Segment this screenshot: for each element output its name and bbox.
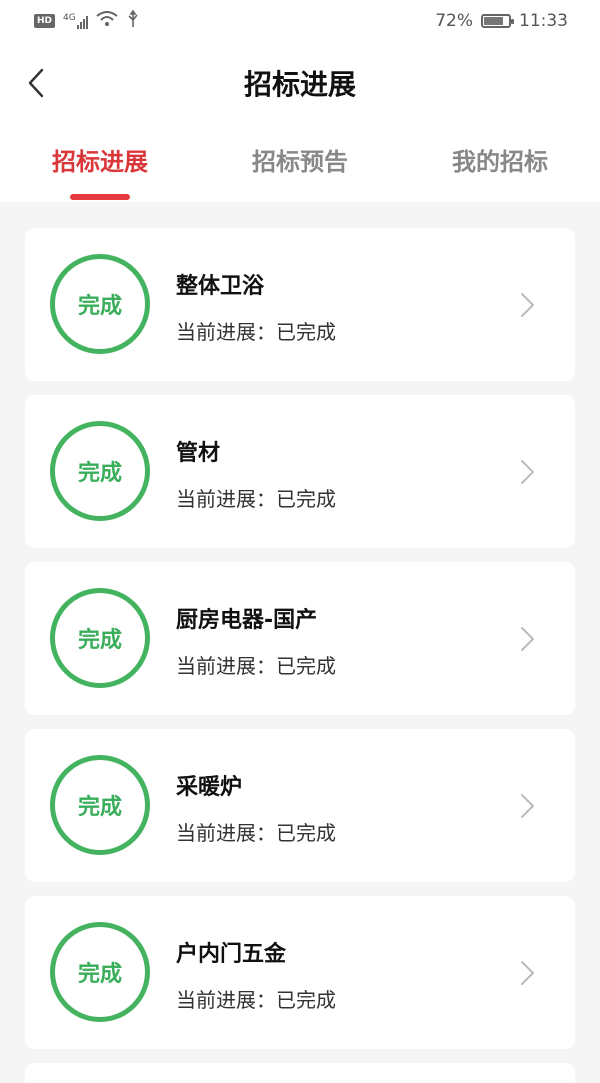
status-ring: 完成 bbox=[50, 922, 150, 1022]
list-item-partial[interactable] bbox=[25, 1063, 575, 1083]
list-item[interactable]: 完成 户内门五金 当前进展：已完成 bbox=[25, 896, 575, 1049]
list-item[interactable]: 完成 整体卫浴 当前进展：已完成 bbox=[25, 228, 575, 381]
signal-icon: 4G bbox=[63, 13, 88, 29]
page-title: 招标进展 bbox=[243, 68, 356, 101]
list-item[interactable]: 完成 采暖炉 当前进展：已完成 bbox=[25, 729, 575, 882]
chevron-right-icon bbox=[521, 961, 534, 985]
tab-my-bids[interactable]: 我的招标 bbox=[400, 142, 600, 177]
chevron-right-icon bbox=[521, 794, 534, 818]
status-bar: HD 4G 72% 11:33 bbox=[0, 0, 600, 42]
wifi-icon bbox=[96, 10, 118, 32]
status-ring: 完成 bbox=[50, 421, 150, 521]
item-status: 当前进展：已完成 bbox=[176, 654, 336, 678]
chevron-right-icon bbox=[521, 293, 534, 317]
status-left: HD 4G bbox=[34, 9, 140, 33]
network-type: 4G bbox=[63, 13, 76, 23]
status-ring: 完成 bbox=[50, 755, 150, 855]
item-status: 当前进展：已完成 bbox=[176, 320, 336, 344]
chevron-left-icon bbox=[28, 68, 44, 98]
item-status: 当前进展：已完成 bbox=[176, 821, 336, 845]
list-item[interactable]: 完成 管材 当前进展：已完成 bbox=[25, 395, 575, 548]
list-item[interactable]: 完成 厨房电器-国产 当前进展：已完成 bbox=[25, 562, 575, 715]
status-badge: 完成 bbox=[77, 962, 122, 987]
item-title: 管材 bbox=[176, 441, 221, 466]
status-right: 72% 11:33 bbox=[435, 11, 568, 31]
tab-bar: 招标进展 招标预告 我的招标 bbox=[0, 124, 600, 202]
usb-icon bbox=[126, 9, 140, 33]
item-title: 户内门五金 bbox=[176, 942, 287, 967]
battery-fill bbox=[484, 17, 503, 25]
item-status: 当前进展：已完成 bbox=[176, 487, 336, 511]
status-badge: 完成 bbox=[77, 294, 122, 319]
hd-badge: HD bbox=[34, 14, 56, 28]
item-status: 当前进展：已完成 bbox=[176, 988, 336, 1012]
item-title: 厨房电器-国产 bbox=[176, 608, 318, 633]
status-badge: 完成 bbox=[77, 461, 122, 486]
nav-bar: 招标进展 bbox=[0, 42, 600, 124]
battery-percent: 72% bbox=[435, 11, 473, 31]
status-badge: 完成 bbox=[77, 795, 122, 820]
tab-preview[interactable]: 招标预告 bbox=[200, 142, 400, 177]
chevron-right-icon bbox=[521, 627, 534, 651]
status-ring: 完成 bbox=[50, 588, 150, 688]
status-ring: 完成 bbox=[50, 254, 150, 354]
status-badge: 完成 bbox=[77, 628, 122, 653]
item-title: 采暖炉 bbox=[176, 775, 243, 800]
active-tab-indicator bbox=[70, 194, 130, 200]
tab-progress[interactable]: 招标进展 bbox=[0, 142, 200, 177]
clock: 11:33 bbox=[519, 11, 568, 31]
back-button[interactable] bbox=[22, 66, 50, 100]
item-title: 整体卫浴 bbox=[176, 274, 265, 299]
chevron-right-icon bbox=[521, 460, 534, 484]
battery-icon bbox=[481, 14, 514, 28]
